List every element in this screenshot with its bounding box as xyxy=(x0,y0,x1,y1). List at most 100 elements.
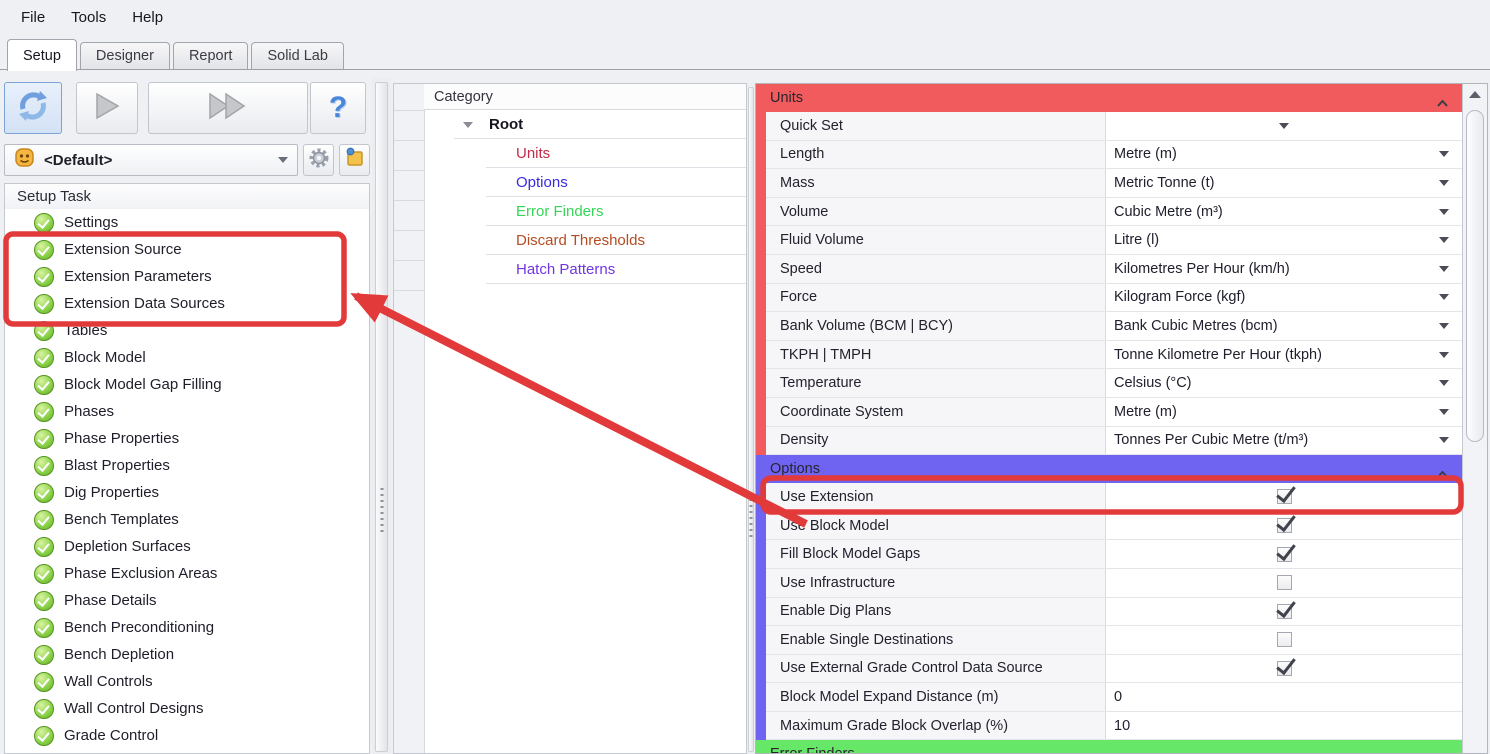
scrollbar-thumb[interactable] xyxy=(1466,110,1484,442)
splitter-left[interactable] xyxy=(372,78,391,754)
run-all-button[interactable] xyxy=(148,82,308,134)
vertical-scrollbar[interactable] xyxy=(1462,84,1487,753)
property-row-force: Force Kilogram Force (kgf) xyxy=(766,283,1462,313)
property-editor[interactable] xyxy=(1106,655,1462,683)
run-button[interactable] xyxy=(76,82,138,134)
refresh-icon xyxy=(16,89,50,128)
property-editor[interactable] xyxy=(1106,540,1462,568)
property-editor[interactable]: Celsius (°C) xyxy=(1106,369,1462,397)
check-circle-icon xyxy=(34,347,54,368)
chevron-down-icon xyxy=(1439,437,1449,444)
menu-item-help[interactable]: Help xyxy=(119,4,176,31)
task-item-extension-source[interactable]: Extension Source xyxy=(5,236,369,263)
group-header-options[interactable]: Options xyxy=(756,455,1462,484)
task-item-label: Extension Parameters xyxy=(64,268,212,285)
property-editor[interactable] xyxy=(1106,598,1462,626)
property-editor[interactable]: Metre (m) xyxy=(1106,141,1462,169)
scroll-up-button[interactable] xyxy=(1463,84,1487,104)
property-editor[interactable]: Metre (m) xyxy=(1106,398,1462,426)
checkbox-checked-icon[interactable] xyxy=(1276,518,1292,534)
task-item-extension-parameters[interactable]: Extension Parameters xyxy=(5,263,369,290)
task-item-extension-data-sources[interactable]: Extension Data Sources xyxy=(5,290,369,317)
tree-node-error-finders[interactable]: Error Finders xyxy=(486,197,746,226)
property-label: Enable Dig Plans xyxy=(766,597,1106,626)
task-item-bench-preconditioning[interactable]: Bench Preconditioning xyxy=(5,614,369,641)
splitter-right[interactable] xyxy=(747,83,755,754)
tab-report[interactable]: Report xyxy=(172,42,249,70)
refresh-button[interactable] xyxy=(4,82,62,134)
checkbox-checked-icon[interactable] xyxy=(1276,489,1292,505)
task-item-phase-exclusion-areas[interactable]: Phase Exclusion Areas xyxy=(5,560,369,587)
checkbox-unchecked-icon[interactable] xyxy=(1276,632,1292,648)
property-editor[interactable] xyxy=(1106,512,1462,540)
tree-node-root[interactable]: Root xyxy=(454,110,746,139)
tab-solid-lab[interactable]: Solid Lab xyxy=(251,42,344,70)
task-item-bench-depletion[interactable]: Bench Depletion xyxy=(5,641,369,668)
task-item-block-model[interactable]: Block Model xyxy=(5,344,369,371)
checkbox-unchecked-icon[interactable] xyxy=(1276,575,1292,591)
task-item-settings[interactable]: Settings xyxy=(5,209,369,236)
property-editor[interactable] xyxy=(1106,569,1462,597)
checkbox-checked-icon[interactable] xyxy=(1276,603,1292,619)
collapse-chevron-icon[interactable] xyxy=(1437,95,1448,107)
task-item-tables[interactable]: Tables xyxy=(5,317,369,344)
task-item-dig-properties[interactable]: Dig Properties xyxy=(5,479,369,506)
property-label: Length xyxy=(766,140,1106,169)
property-editor[interactable] xyxy=(1106,112,1462,140)
help-button[interactable]: ? xyxy=(310,82,366,134)
property-editor[interactable]: Kilogram Force (kgf) xyxy=(1106,284,1462,312)
category-column-header[interactable]: Category xyxy=(424,84,746,110)
property-editor[interactable] xyxy=(1106,483,1462,511)
collapse-chevron-icon[interactable] xyxy=(1437,751,1448,753)
task-item-grade-control[interactable]: Grade Control xyxy=(5,722,369,749)
splitter-grip xyxy=(749,493,753,539)
setup-task-list: Settings Extension Source Extension Parame… xyxy=(4,209,370,754)
task-item-label: Wall Controls xyxy=(64,673,153,690)
tab-designer[interactable]: Designer xyxy=(79,42,170,70)
task-item-wall-control-designs[interactable]: Wall Control Designs xyxy=(5,695,369,722)
checkbox-checked-icon[interactable] xyxy=(1276,546,1292,562)
task-item-phase-details[interactable]: Phase Details xyxy=(5,587,369,614)
task-item-phases[interactable]: Phases xyxy=(5,398,369,425)
property-editor[interactable]: Litre (l) xyxy=(1106,226,1462,254)
property-editor[interactable]: Bank Cubic Metres (bcm) xyxy=(1106,312,1462,340)
tree-node-hatch-patterns[interactable]: Hatch Patterns xyxy=(486,255,746,284)
tree-node-units[interactable]: Units xyxy=(486,139,746,168)
property-editor[interactable]: Tonnes Per Cubic Metre (t/m³) xyxy=(1106,427,1462,455)
category-tree: Root Units Options Error Finders Discard Th… xyxy=(424,110,746,284)
collapse-arrow-icon[interactable] xyxy=(463,122,473,128)
tree-node-discard-thresholds[interactable]: Discard Thresholds xyxy=(486,226,746,255)
task-item-label: Bench Preconditioning xyxy=(64,619,215,636)
check-circle-icon xyxy=(34,239,54,260)
tree-node-options[interactable]: Options xyxy=(486,168,746,197)
property-editor[interactable]: Kilometres Per Hour (km/h) xyxy=(1106,255,1462,283)
task-item-blast-properties[interactable]: Blast Properties xyxy=(5,452,369,479)
property-editor[interactable]: Cubic Metre (m³) xyxy=(1106,198,1462,226)
property-editor[interactable] xyxy=(1106,626,1462,654)
menu-item-tools[interactable]: Tools xyxy=(58,4,119,31)
task-item-label: Dig Properties xyxy=(64,484,160,501)
group-header-units[interactable]: Units xyxy=(756,84,1462,112)
settings-button[interactable] xyxy=(303,144,334,176)
collapse-chevron-icon[interactable] xyxy=(1437,466,1448,478)
tab-setup[interactable]: Setup xyxy=(7,39,77,71)
property-editor[interactable]: 0 xyxy=(1106,683,1462,711)
checkbox-checked-icon[interactable] xyxy=(1276,660,1292,676)
property-editor[interactable]: 10 xyxy=(1106,712,1462,740)
profile-value: <Default> xyxy=(44,151,113,169)
task-item-label: Extension Source xyxy=(64,241,182,258)
check-circle-icon xyxy=(34,401,54,422)
profile-dropdown[interactable]: <Default> xyxy=(4,144,298,176)
task-item-bench-templates[interactable]: Bench Templates xyxy=(5,506,369,533)
menu-item-file[interactable]: File xyxy=(8,4,58,31)
task-item-wall-controls[interactable]: Wall Controls xyxy=(5,668,369,695)
task-item-depletion-surfaces[interactable]: Depletion Surfaces xyxy=(5,533,369,560)
property-editor[interactable]: Tonne Kilometre Per Hour (tkph) xyxy=(1106,341,1462,369)
task-item-phase-properties[interactable]: Phase Properties xyxy=(5,425,369,452)
property-editor[interactable]: Metric Tonne (t) xyxy=(1106,169,1462,197)
group-header-error-finders[interactable]: Error Finders xyxy=(756,740,1462,753)
check-circle-icon xyxy=(34,482,54,503)
task-item-block-model-gap-filling[interactable]: Block Model Gap Filling xyxy=(5,371,369,398)
notes-button[interactable] xyxy=(339,144,370,176)
check-circle-icon xyxy=(34,590,54,611)
